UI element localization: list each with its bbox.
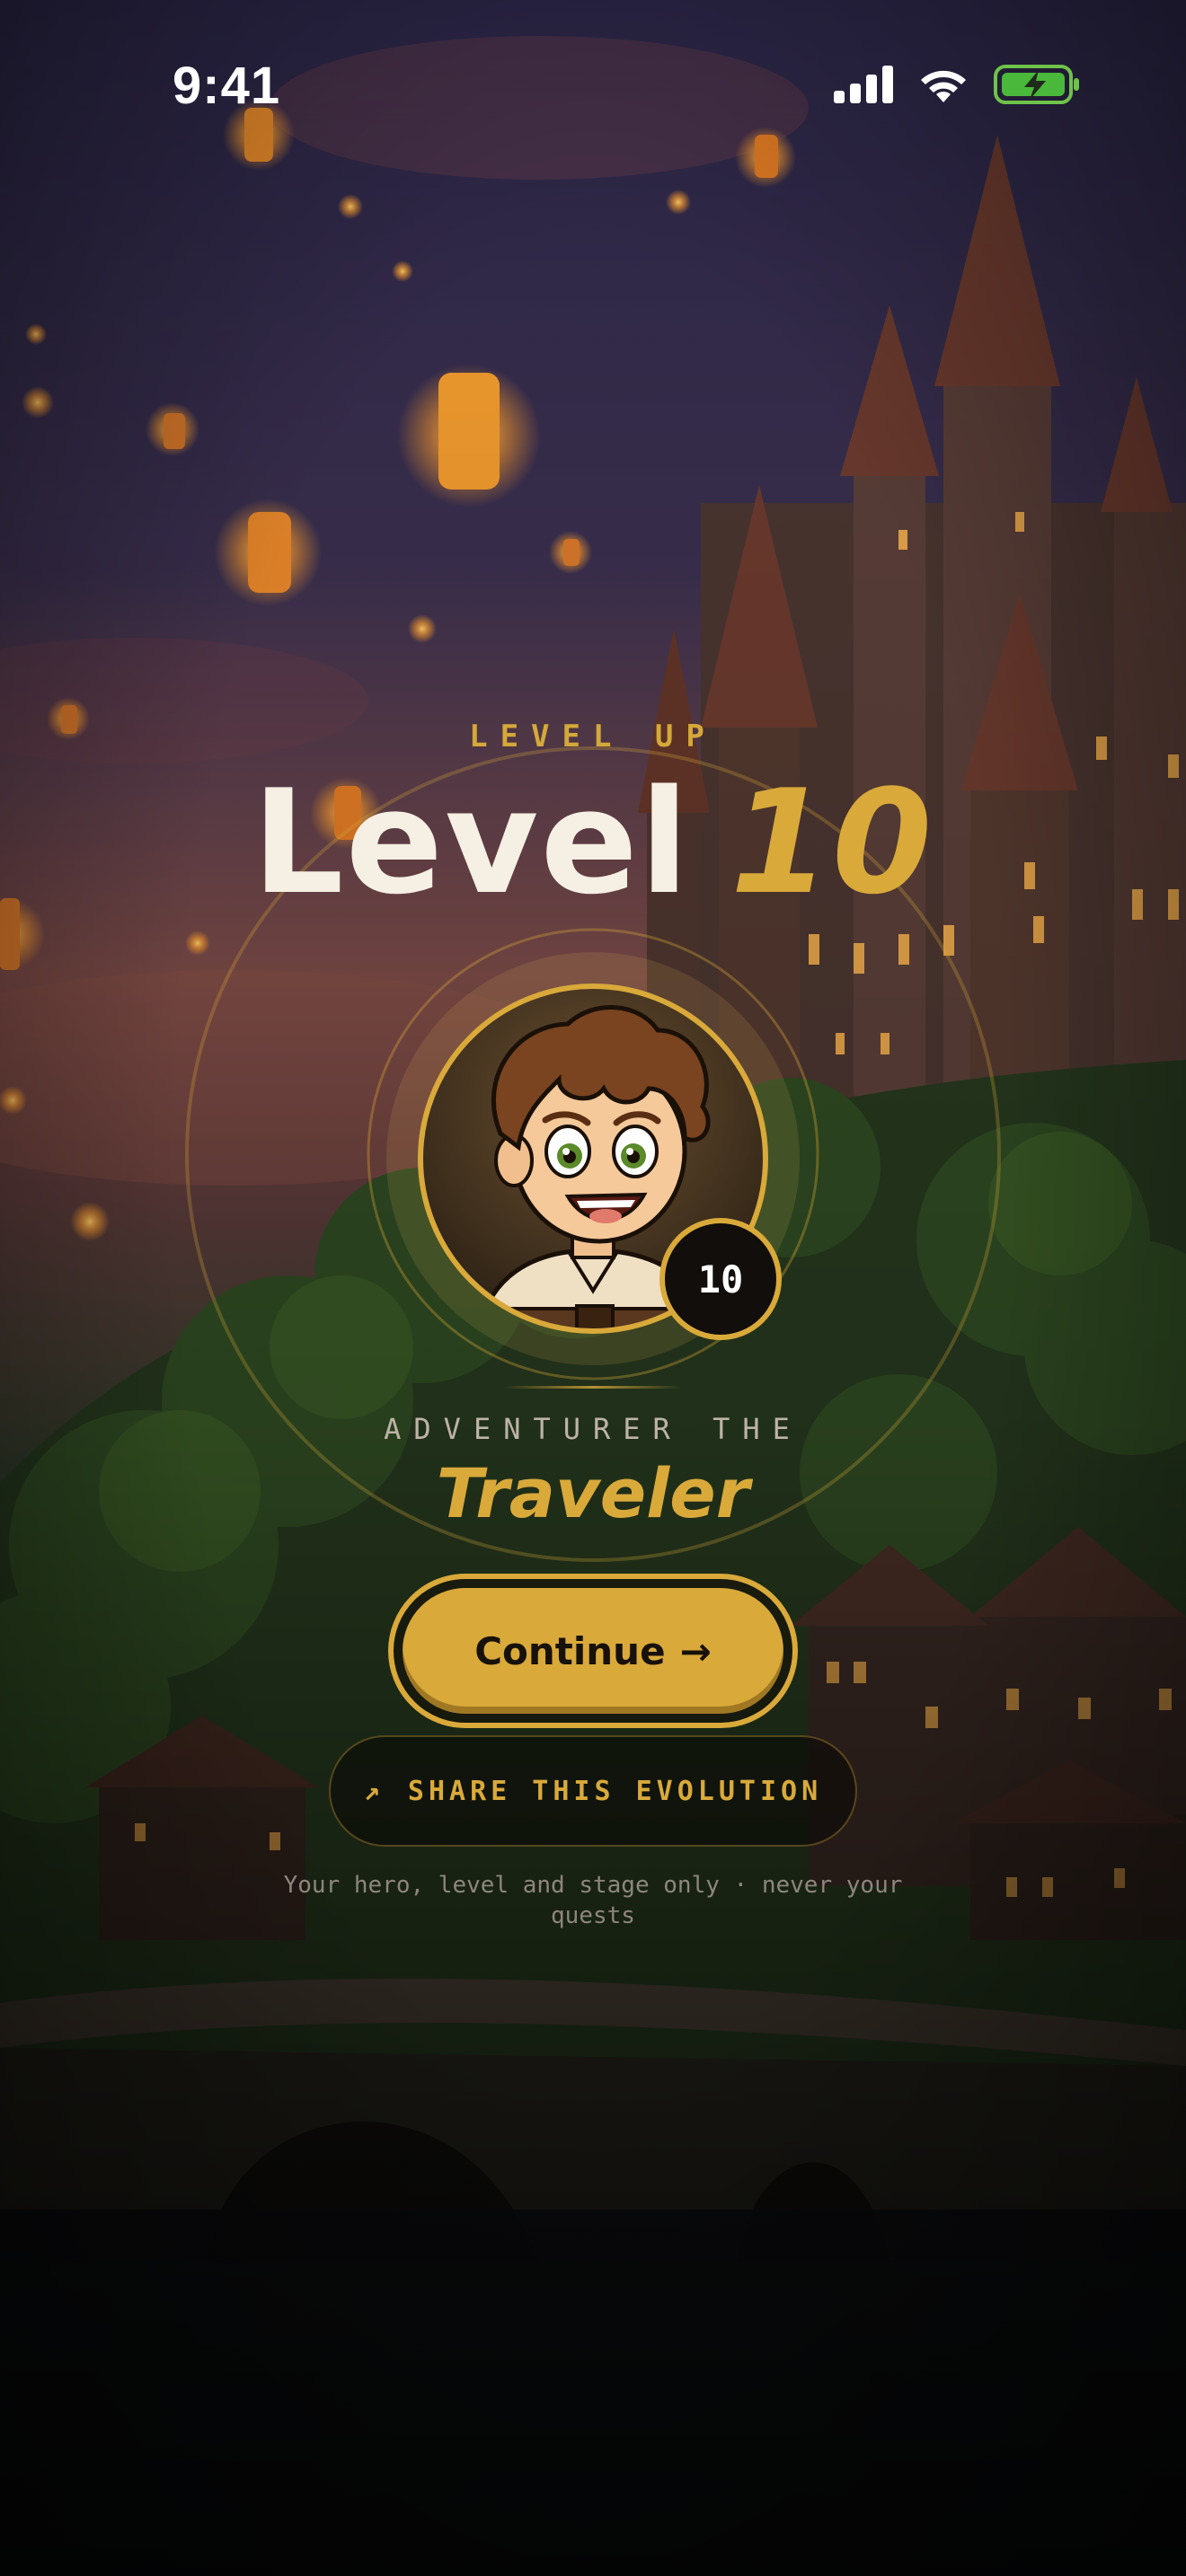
continue-button-label: Continue — [474, 1628, 666, 1673]
arrow-right-icon: → — [679, 1628, 712, 1673]
share-evolution-label: SHARE THIS EVOLUTION — [407, 1775, 823, 1807]
hero-title-prefix: ADVENTURER THE — [384, 1412, 802, 1446]
share-evolution-button[interactable]: ↗ SHARE THIS EVOLUTION — [329, 1735, 857, 1847]
privacy-note: Your hero, level and stage only · never … — [283, 1872, 903, 1929]
level-up-eyebrow: LEVEL UP — [469, 719, 717, 754]
share-arrow-icon: ↗ — [363, 1775, 385, 1807]
continue-button[interactable]: Continue → — [403, 1588, 783, 1714]
level-number: 10 — [730, 758, 934, 926]
hero-class-name: Traveler — [436, 1453, 750, 1533]
hero-level-badge: 10 — [659, 1218, 782, 1340]
level-title: Level 10 — [0, 762, 1186, 923]
divider — [503, 1386, 683, 1389]
level-title-word: Level — [252, 758, 691, 926]
